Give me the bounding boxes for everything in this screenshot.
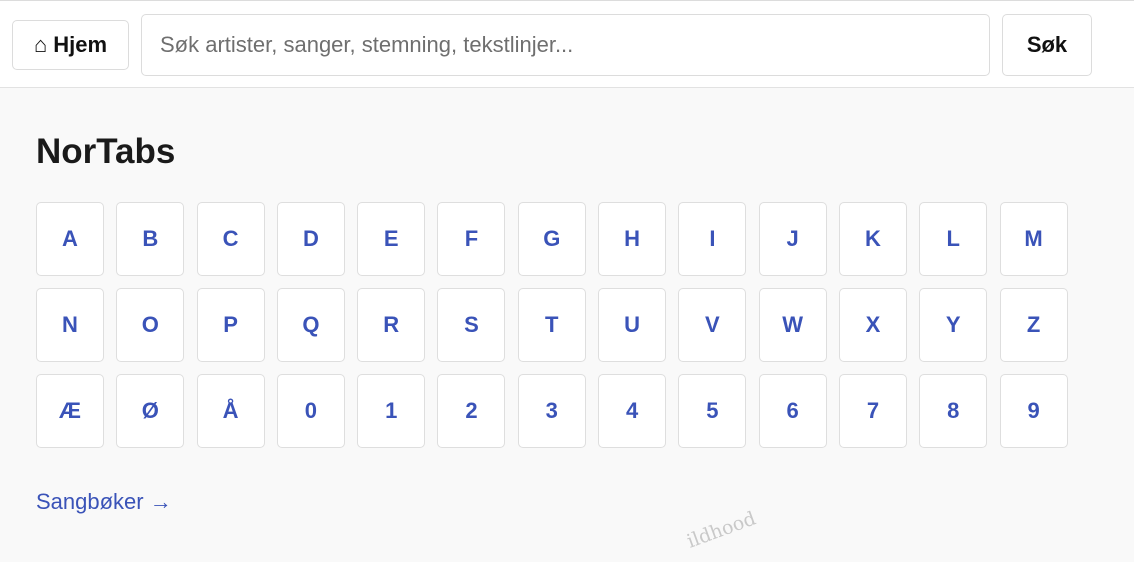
- search-input[interactable]: [141, 14, 990, 76]
- letter-key[interactable]: V: [678, 288, 747, 362]
- letter-key[interactable]: G: [517, 202, 586, 276]
- letter-key[interactable]: T: [517, 288, 586, 362]
- letter-key[interactable]: N: [36, 288, 104, 362]
- letter-key[interactable]: A: [36, 202, 104, 276]
- letter-key[interactable]: R: [357, 288, 426, 362]
- letter-key[interactable]: M: [999, 202, 1068, 276]
- page-title: NorTabs: [36, 132, 176, 171]
- top-bar: ⌂ Hjem Søk: [0, 0, 1134, 88]
- letter-key[interactable]: D: [276, 202, 345, 276]
- letter-key[interactable]: 2: [437, 374, 506, 448]
- home-icon: ⌂: [33, 32, 48, 57]
- letter-key[interactable]: K: [838, 202, 907, 276]
- letter-key[interactable]: P: [196, 288, 265, 362]
- letter-key[interactable]: H: [598, 202, 667, 276]
- letter-key[interactable]: 7: [838, 374, 907, 448]
- letter-key[interactable]: 6: [758, 374, 827, 448]
- letter-key[interactable]: W: [758, 288, 827, 362]
- home-button-label: Hjem: [53, 32, 108, 57]
- alphabet-grid: ABCDEFGHIJKLM NOPQRSTUVWXYZ ÆØÅ0123456789: [36, 202, 1068, 448]
- letter-key[interactable]: I: [678, 202, 747, 276]
- letter-key[interactable]: X: [838, 288, 907, 362]
- letter-key[interactable]: Å: [196, 374, 265, 448]
- songbooks-link[interactable]: Sangbøker →: [36, 489, 172, 515]
- letter-key[interactable]: 1: [357, 374, 426, 448]
- letter-key[interactable]: Q: [276, 288, 345, 362]
- letter-key[interactable]: L: [919, 202, 988, 276]
- letter-key[interactable]: O: [116, 288, 185, 362]
- letter-key[interactable]: F: [437, 202, 506, 276]
- letter-key[interactable]: 8: [919, 374, 988, 448]
- letter-key[interactable]: B: [116, 202, 185, 276]
- letter-key[interactable]: 0: [276, 374, 345, 448]
- home-button[interactable]: ⌂ Hjem: [12, 20, 129, 70]
- letter-key[interactable]: E: [357, 202, 426, 276]
- letter-key[interactable]: 4: [598, 374, 667, 448]
- letter-key[interactable]: Y: [919, 288, 988, 362]
- letter-key[interactable]: Æ: [36, 374, 104, 448]
- letter-key[interactable]: S: [437, 288, 506, 362]
- letter-key[interactable]: C: [196, 202, 265, 276]
- watermark-text: ildhood: [684, 507, 759, 553]
- letter-key[interactable]: 9: [999, 374, 1068, 448]
- letter-key[interactable]: U: [598, 288, 667, 362]
- letter-key[interactable]: 3: [517, 374, 586, 448]
- search-button[interactable]: Søk: [1002, 14, 1092, 76]
- letter-key[interactable]: Ø: [116, 374, 185, 448]
- letter-key[interactable]: 5: [678, 374, 747, 448]
- letter-key[interactable]: Z: [999, 288, 1068, 362]
- letter-key[interactable]: J: [758, 202, 827, 276]
